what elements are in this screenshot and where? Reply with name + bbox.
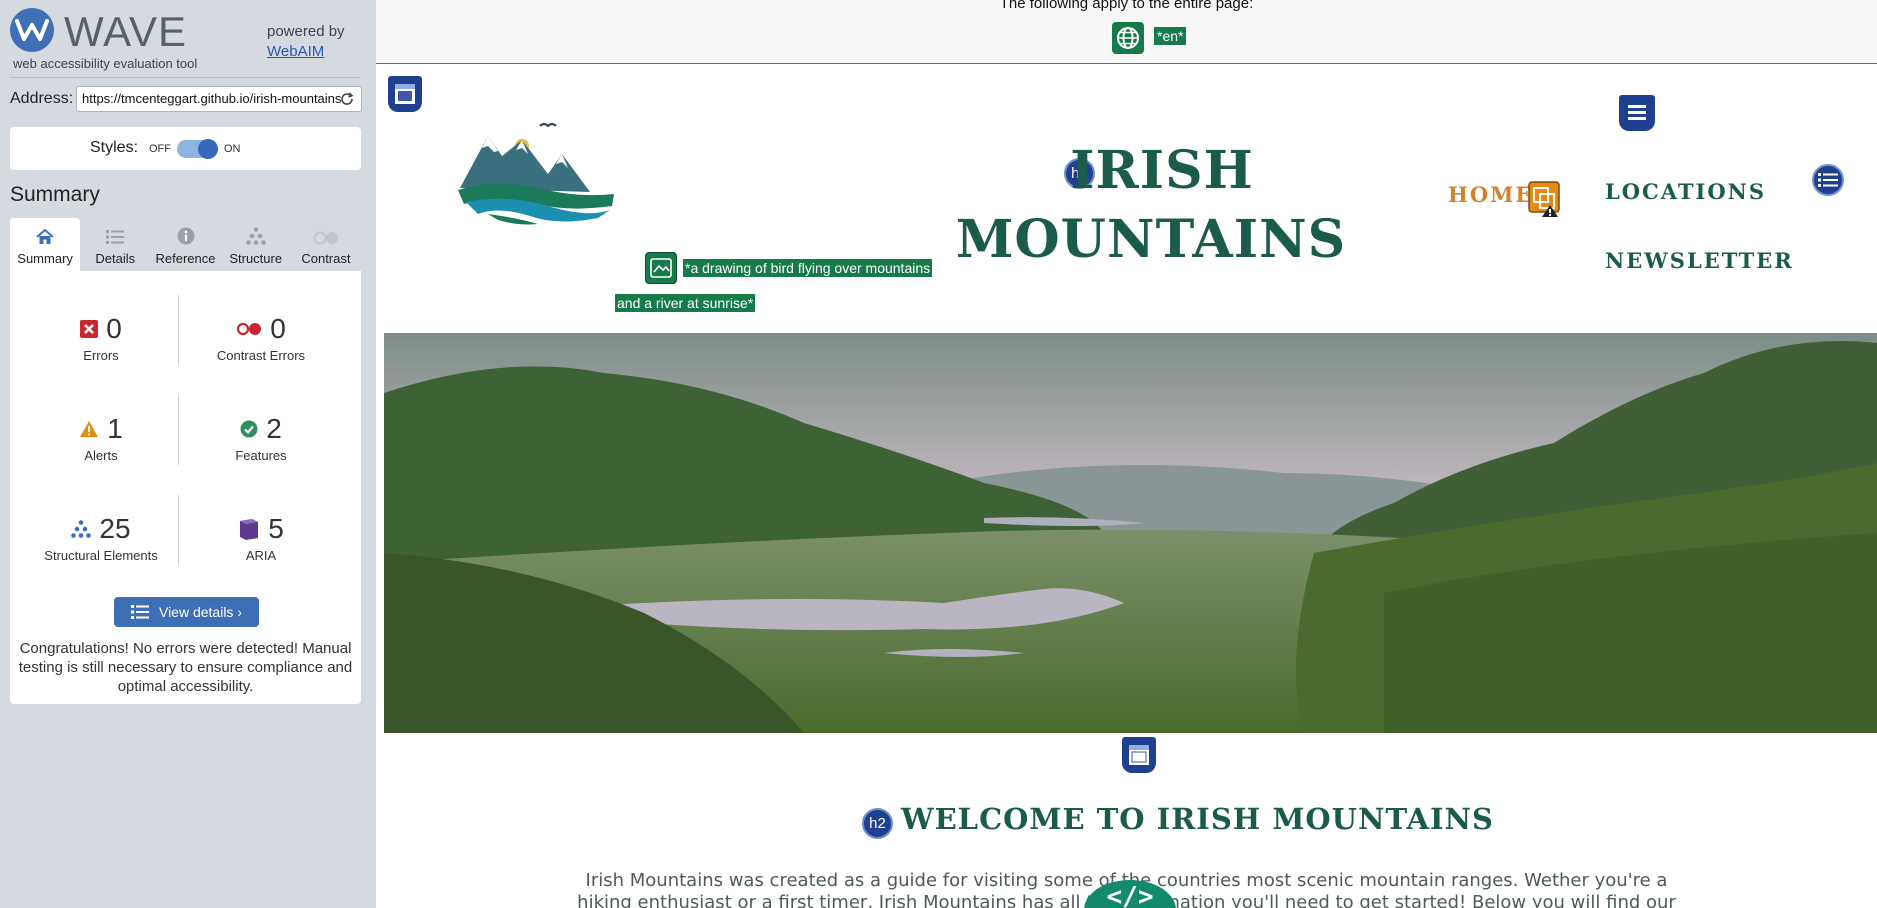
language-label: *en* — [1154, 27, 1187, 45]
wave-brand-name: WAVE — [64, 8, 188, 55]
contrast-error-icon — [237, 322, 262, 336]
reload-icon[interactable] — [339, 91, 355, 107]
home-icon — [36, 229, 54, 244]
structure-icon — [71, 520, 92, 538]
site-title-line-2: MOUNTAINS — [955, 209, 1347, 270]
powered-by: powered by WebAIM — [267, 22, 345, 62]
nav-newsletter-link[interactable]: NEWSLETTER — [1605, 248, 1794, 273]
tab-label: Contrast — [301, 251, 351, 266]
nav-locations-link[interactable]: LOCATIONS — [1605, 179, 1766, 204]
nav-home-link[interactable]: HOME — [1448, 182, 1533, 207]
alt-text-icon[interactable] — [645, 252, 677, 284]
alerts-count: 1 — [107, 413, 123, 444]
info-icon — [177, 227, 194, 245]
tab-summary[interactable]: Summary — [10, 218, 81, 271]
powered-by-label: powered by — [267, 23, 345, 40]
site-title-line-1: IRISH — [1070, 140, 1254, 201]
feature-check-icon — [240, 420, 258, 438]
tab-label: Summary — [17, 251, 73, 266]
features-label: Features — [235, 448, 287, 463]
error-icon — [80, 320, 99, 338]
structural-label: Structural Elements — [44, 548, 158, 563]
divider — [178, 495, 179, 565]
styles-on-label: ON — [224, 143, 241, 155]
view-details-label: View details › — [158, 604, 242, 620]
styles-off-label: OFF — [149, 143, 171, 155]
h2-badge[interactable]: h2 — [862, 808, 893, 839]
aria-main-icon[interactable] — [1122, 737, 1156, 773]
summary-heading: Summary — [10, 183, 100, 206]
styles-toggle[interactable] — [177, 139, 218, 159]
aria-nav-icon[interactable] — [1619, 95, 1655, 131]
aria-label: ARIA — [245, 548, 277, 563]
contrast-errors-label: Contrast Errors — [216, 348, 306, 363]
language-icon[interactable] — [1112, 22, 1144, 54]
alert-icon — [80, 421, 99, 437]
styles-toggle-card: Styles: OFF ON — [10, 127, 361, 170]
tab-details[interactable]: Details — [80, 218, 150, 271]
wave-tabs: Summary Details Reference Structure Cont… — [10, 218, 361, 271]
welcome-heading: WELCOME TO IRISH MOUNTAINS — [901, 802, 1494, 836]
list-icon — [130, 605, 149, 619]
view-details-button[interactable]: View details › — [114, 597, 259, 627]
stat-errors[interactable]: 0 Errors — [26, 313, 176, 363]
alerts-label: Alerts — [84, 448, 118, 463]
page-level-annotations: The following apply to the entire page: … — [376, 0, 1877, 64]
structural-count: 25 — [99, 513, 131, 544]
evaluated-page: The following apply to the entire page: … — [376, 0, 1877, 908]
unordered-list-icon[interactable] — [1812, 164, 1844, 196]
toggle-knob — [198, 139, 218, 159]
errors-count: 0 — [106, 313, 122, 344]
tab-label: Structure — [229, 251, 283, 266]
redundant-link-alert-icon[interactable] — [1528, 181, 1562, 217]
wave-tagline: web accessibility evaluation tool — [13, 56, 198, 71]
stat-contrast-errors[interactable]: 0 Contrast Errors — [186, 313, 336, 363]
stat-aria[interactable]: 5 ARIA — [186, 513, 336, 563]
site-logo[interactable] — [458, 118, 616, 228]
page-note-text: The following apply to the entire page: — [999, 0, 1254, 12]
structure-icon — [245, 227, 266, 245]
wave-logo-icon[interactable] — [10, 8, 54, 52]
tab-label: Reference — [155, 251, 216, 266]
alt-text-line-1: *a drawing of bird flying over mountains — [683, 259, 933, 277]
stat-alerts[interactable]: 1 Alerts — [26, 413, 176, 463]
divider — [10, 77, 360, 78]
contrast-icon — [313, 231, 338, 245]
alt-text-line-2: and a river at sunrise* — [615, 294, 756, 312]
features-count: 2 — [266, 413, 282, 444]
address-value: https://tmcenteggart.github.io/irish-mou… — [82, 91, 342, 106]
congrats-message: Congratulations! No errors were detected… — [18, 640, 353, 695]
address-label: Address: — [10, 90, 74, 107]
summary-panel: 0 Errors 0 Contrast Errors 1 Alerts 2 Fe… — [10, 271, 361, 704]
styles-label: Styles: — [90, 139, 139, 156]
address-bar: Address: https://tmcenteggart.github.io/… — [10, 86, 362, 113]
contrast-errors-count: 0 — [270, 313, 286, 344]
errors-label: Errors — [83, 348, 119, 363]
aria-icon — [240, 519, 259, 540]
webaim-link[interactable]: WebAIM — [267, 42, 345, 62]
tab-reference[interactable]: Reference — [150, 218, 220, 271]
tab-structure[interactable]: Structure — [221, 218, 291, 271]
stat-structural[interactable]: 25 Structural Elements — [26, 513, 176, 563]
hero-landscape-image — [384, 333, 1877, 733]
divider — [178, 295, 179, 365]
address-input[interactable]: https://tmcenteggart.github.io/irish-mou… — [76, 86, 362, 112]
tab-contrast[interactable]: Contrast — [291, 218, 361, 271]
wave-sidebar: WAVE web accessibility evaluation tool p… — [0, 0, 376, 908]
list-icon — [106, 230, 125, 244]
tab-label: Details — [95, 251, 136, 266]
divider — [178, 395, 179, 465]
stat-features[interactable]: 2 Features — [186, 413, 336, 463]
aria-count: 5 — [268, 513, 284, 544]
site-title: IRISH MOUNTAINS — [946, 136, 1356, 274]
aria-header-icon[interactable] — [388, 76, 422, 112]
wave-brand: WAVE web accessibility evaluation tool p… — [10, 6, 360, 74]
